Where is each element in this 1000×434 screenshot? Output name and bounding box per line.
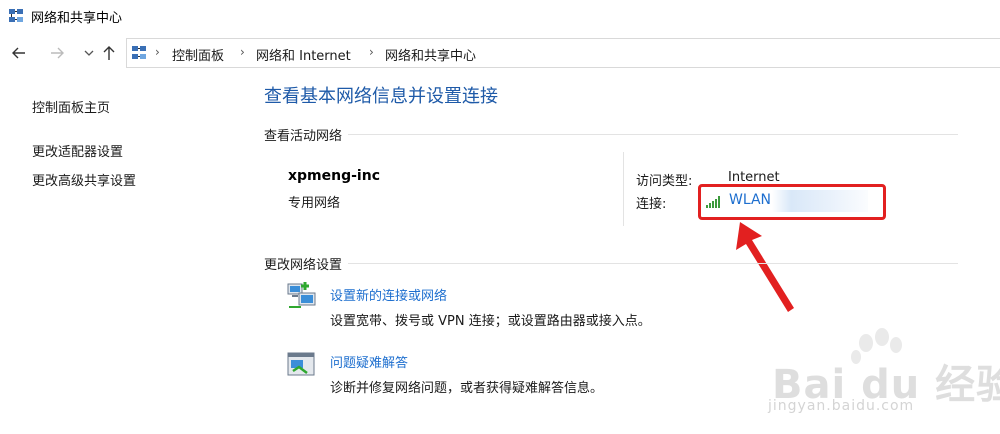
breadcrumb-separator: › (240, 45, 245, 59)
annotation-arrow-icon (736, 222, 794, 312)
setup-connection-description: 设置宽带、拨号或 VPN 连接；或设置路由器或接入点。 (330, 314, 651, 329)
section-divider (264, 134, 958, 135)
network-center-icon (9, 9, 23, 22)
troubleshoot-link[interactable]: 问题疑难解答 (330, 352, 408, 371)
control-panel-icon (132, 46, 146, 59)
new-connection-icon (287, 282, 316, 308)
back-button[interactable] (10, 44, 28, 62)
troubleshoot-description: 诊断并修复网络问题，或者获得疑难解答信息。 (330, 381, 604, 396)
breadcrumb-separator: › (155, 45, 160, 59)
page-title: 查看基本网络信息并设置连接 (264, 86, 498, 107)
vertical-divider (623, 152, 624, 226)
connection-label: 连接: (636, 197, 667, 212)
forward-button[interactable] (48, 44, 66, 62)
arrow-left-icon (12, 47, 25, 59)
breadcrumb-sharing-center[interactable]: 网络和共享中心 (385, 45, 476, 64)
title-bar (0, 0, 1000, 32)
access-type-value: Internet (728, 170, 780, 185)
arrow-up-icon (103, 46, 115, 60)
up-button[interactable] (100, 44, 118, 62)
chevron-down-icon (84, 50, 94, 56)
troubleshoot-icon (287, 352, 315, 376)
change-settings-title: 更改网络设置 (264, 254, 349, 273)
section-divider (264, 263, 958, 264)
highlight-annotation-box (698, 184, 886, 220)
setup-connection-link[interactable]: 设置新的连接或网络 (330, 285, 447, 304)
breadcrumb-separator: › (369, 45, 374, 59)
access-type-label: 访问类型: (636, 174, 693, 189)
network-type: 专用网络 (288, 196, 341, 211)
breadcrumb-network-internet[interactable]: 网络和 Internet (256, 45, 351, 64)
window-title: 网络和共享中心 (31, 11, 123, 26)
arrow-right-icon (51, 47, 64, 59)
active-networks-title: 查看活动网络 (264, 125, 349, 144)
breadcrumb-control-panel[interactable]: 控制面板 (172, 45, 224, 64)
sidebar-item-advanced-sharing[interactable]: 更改高级共享设置 (32, 170, 136, 189)
watermark-url: jingyan.baidu.com (768, 398, 915, 414)
network-name: xpmeng-inc (288, 168, 380, 184)
sidebar-item-control-panel-home[interactable]: 控制面板主页 (32, 97, 110, 116)
recent-locations-button[interactable] (80, 44, 98, 62)
sidebar-item-adapter-settings[interactable]: 更改适配器设置 (32, 141, 123, 160)
